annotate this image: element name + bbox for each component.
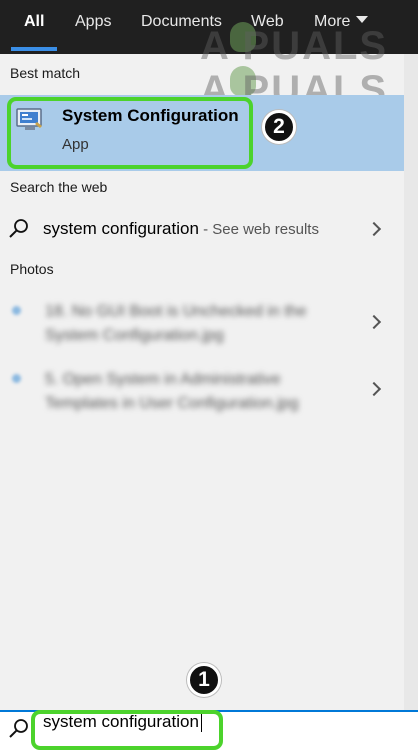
best-match-subtitle: App xyxy=(62,136,89,153)
photo-name-line1: 5. Open System in Administrative xyxy=(45,371,281,388)
step-2-badge: 2 xyxy=(262,110,296,144)
step-1-badge: 1 xyxy=(187,663,221,697)
photo-result[interactable]: 5. Open System in Administrative Templat… xyxy=(0,368,404,428)
filter-tab-bar: All Apps Documents Web More xyxy=(0,0,418,54)
chevron-right-icon xyxy=(366,314,382,330)
best-match-heading: Best match xyxy=(10,65,81,81)
best-match-title: System Configuration xyxy=(62,106,239,125)
photo-file-icon xyxy=(12,306,21,315)
tab-apps[interactable]: Apps xyxy=(75,0,111,54)
msconfig-icon xyxy=(16,108,42,130)
tab-web[interactable]: Web xyxy=(251,0,284,54)
search-icon xyxy=(9,719,28,738)
caret-down-icon xyxy=(356,16,369,23)
photo-file-icon xyxy=(12,374,21,383)
tab-all[interactable]: All xyxy=(24,0,44,54)
tab-more-label: More xyxy=(314,13,351,30)
photos-heading: Photos xyxy=(10,261,54,277)
search-icon xyxy=(9,219,28,238)
photo-name-line2: System Configuration.jpg xyxy=(45,327,224,344)
search-web-heading: Search the web xyxy=(10,179,108,195)
active-tab-indicator xyxy=(11,47,57,51)
photo-name-line2: Templates in User Configuration.jpg xyxy=(45,395,299,412)
web-results-hint: - See web results xyxy=(198,221,319,238)
photo-name-line1: 18. No GUI Boot is Unchecked in the xyxy=(45,303,307,320)
web-query-text: system configuration xyxy=(43,219,199,238)
scrollbar-track[interactable] xyxy=(404,54,418,710)
chevron-right-icon xyxy=(366,221,382,237)
photo-result[interactable]: 18. No GUI Boot is Unchecked in the Syst… xyxy=(0,300,404,360)
watermark-mascot-icon xyxy=(230,66,256,96)
tab-more[interactable]: More xyxy=(314,0,369,54)
chevron-right-icon xyxy=(366,381,382,397)
search-input[interactable]: system configuration xyxy=(43,712,202,732)
tab-documents[interactable]: Documents xyxy=(141,0,222,54)
web-search-result[interactable]: system configuration - See web results xyxy=(0,208,404,250)
